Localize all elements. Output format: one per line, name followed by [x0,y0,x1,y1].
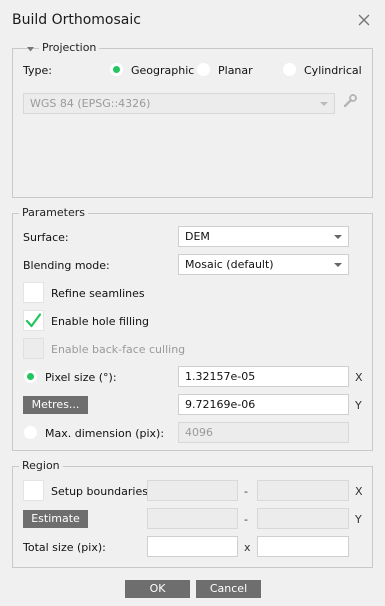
total-size-times: x [244,541,251,554]
crs-settings-icon[interactable] [342,93,358,112]
max-dimension-label[interactable]: Max. dimension (pix): [45,427,164,440]
crs-dropdown-value: WGS 84 (EPSG::4326) [30,97,151,110]
blending-dropdown[interactable]: Mosaic (default) [178,254,349,275]
boundary-y-min-input[interactable] [147,508,238,529]
radio-planar[interactable] [197,63,210,76]
total-size-width-input[interactable] [147,536,238,557]
dialog-title: Build Orthomosaic [12,12,141,28]
total-size-height-input[interactable] [257,536,349,557]
setup-boundaries-label[interactable]: Setup boundaries: [51,485,152,498]
chevron-down-icon [334,263,342,267]
blending-dropdown-value: Mosaic (default) [185,258,274,271]
pixel-size-x-input[interactable]: 1.32157e-05 [178,366,349,387]
pixel-x-axis-label: X [355,371,363,384]
hole-filling-checkbox[interactable] [23,310,44,331]
region-legend: Region [19,459,63,472]
total-size-label: Total size (pix): [23,541,106,554]
chevron-down-icon [320,102,328,106]
chevron-down-icon [334,235,342,239]
surface-dropdown-value: DEM [185,230,210,243]
parameters-group [12,213,373,451]
collapse-chevron-icon[interactable] [26,44,35,57]
pixel-size-label[interactable]: Pixel size (°): [45,371,117,384]
surface-label: Surface: [23,231,69,244]
projection-legend: Projection [39,41,100,54]
metres-button[interactable]: Metres... [23,396,88,414]
setup-boundaries-checkbox[interactable] [23,480,44,501]
ok-button[interactable]: OK [125,580,190,598]
boundary-y-max-input[interactable] [257,508,349,529]
boundary-y-axis-label: Y [355,513,362,526]
backface-culling-checkbox[interactable] [23,338,44,359]
parameters-legend: Parameters [19,206,88,219]
boundary-x-dash: - [244,485,248,498]
blending-label: Blending mode: [23,259,110,272]
radio-cylindrical[interactable] [283,63,296,76]
crs-dropdown[interactable]: WGS 84 (EPSG::4326) [23,93,335,114]
radio-geographic[interactable] [110,63,123,76]
boundary-y-dash: - [244,513,248,526]
radio-planar-label[interactable]: Planar [218,64,253,77]
radio-max-dimension[interactable] [24,426,37,439]
refine-seamlines-label[interactable]: Refine seamlines [51,287,145,300]
radio-pixel-size[interactable] [24,370,37,383]
boundary-x-min-input[interactable] [147,480,238,501]
radio-cylindrical-label[interactable]: Cylindrical [304,64,362,77]
pixel-size-y-input[interactable]: 9.72169e-06 [178,394,349,415]
boundary-x-axis-label: X [355,485,363,498]
radio-geographic-label[interactable]: Geographic [131,64,194,77]
max-dimension-input[interactable]: 4096 [178,422,349,443]
projection-type-label: Type: [23,64,52,77]
boundary-x-max-input[interactable] [257,480,349,501]
pixel-y-axis-label: Y [355,399,362,412]
hole-filling-label[interactable]: Enable hole filling [51,315,149,328]
backface-culling-label: Enable back-face culling [51,343,186,356]
surface-dropdown[interactable]: DEM [178,226,349,247]
refine-seamlines-checkbox[interactable] [23,282,44,303]
close-icon[interactable] [355,11,373,29]
checkmark-icon [25,313,42,328]
estimate-button[interactable]: Estimate [23,510,88,528]
cancel-button[interactable]: Cancel [196,580,261,598]
